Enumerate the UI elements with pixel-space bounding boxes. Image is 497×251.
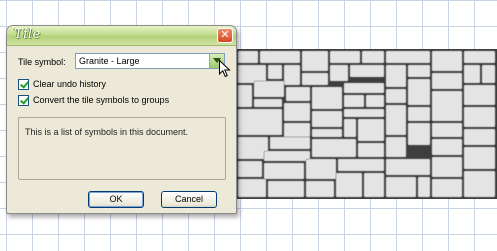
close-button[interactable]: ✕ bbox=[217, 28, 233, 43]
tile-symbol-value: Granite - Large bbox=[79, 56, 140, 66]
granite-stone bbox=[363, 172, 385, 198]
granite-stone bbox=[385, 88, 407, 104]
granite-stone bbox=[349, 64, 385, 78]
granite-stone bbox=[329, 64, 349, 82]
granite-stone bbox=[463, 84, 496, 106]
cancel-button[interactable]: Cancel bbox=[161, 191, 217, 208]
dialog-titlebar[interactable]: Tile ✕ bbox=[7, 26, 236, 46]
granite-stone bbox=[237, 108, 283, 136]
granite-stone bbox=[253, 98, 283, 108]
granite-stone bbox=[385, 136, 407, 158]
convert-groups-checkbox[interactable] bbox=[18, 95, 29, 106]
granite-stone bbox=[263, 150, 311, 162]
granite-stone bbox=[407, 106, 431, 122]
granite-stone bbox=[283, 102, 311, 122]
granite-stone bbox=[385, 158, 431, 176]
granite-stone bbox=[311, 86, 343, 110]
granite-stone bbox=[407, 64, 431, 78]
granite-stone bbox=[417, 176, 431, 198]
granite-stone bbox=[463, 146, 496, 170]
tile-symbol-select[interactable]: Granite - Large bbox=[75, 53, 225, 69]
granite-stone bbox=[305, 158, 337, 180]
dialog-title: Tile bbox=[14, 27, 41, 42]
granite-stone bbox=[385, 104, 407, 136]
granite-stone bbox=[385, 50, 431, 64]
clear-undo-checkbox[interactable] bbox=[18, 79, 29, 90]
granite-stone bbox=[283, 64, 301, 86]
granite-stone bbox=[337, 158, 385, 172]
granite-stone bbox=[263, 162, 305, 180]
close-icon: ✕ bbox=[220, 28, 230, 41]
granite-stone bbox=[283, 122, 311, 138]
granite-stone bbox=[431, 178, 463, 198]
tile-dialog: Tile ✕ Tile symbol: Granite - Large Clea… bbox=[6, 25, 237, 214]
granite-tile-pattern bbox=[237, 50, 496, 198]
granite-stone bbox=[311, 128, 343, 138]
granite-stone bbox=[237, 50, 259, 64]
info-text: This is a list of symbols in this docume… bbox=[25, 127, 189, 137]
granite-stone bbox=[329, 50, 361, 64]
granite-stone bbox=[237, 64, 267, 84]
granite-stone bbox=[343, 94, 365, 108]
granite-stone bbox=[343, 118, 357, 138]
convert-groups-label: Convert the tile symbols to groups bbox=[33, 95, 170, 105]
granite-stone bbox=[431, 50, 463, 72]
tile-pattern-canvas bbox=[236, 49, 497, 199]
granite-stone bbox=[267, 64, 283, 80]
granite-stone bbox=[407, 122, 431, 146]
granite-stone bbox=[385, 64, 407, 88]
granite-stone bbox=[357, 142, 385, 158]
granite-stone bbox=[463, 50, 496, 64]
granite-stone bbox=[431, 156, 463, 178]
granite-stone bbox=[259, 50, 301, 64]
clear-undo-label: Clear undo history bbox=[33, 79, 107, 89]
granite-stone bbox=[357, 118, 385, 142]
granite-stone bbox=[343, 82, 385, 94]
granite-stone bbox=[431, 90, 463, 122]
granite-stone bbox=[267, 180, 305, 198]
granite-stone bbox=[311, 110, 343, 128]
granite-stone bbox=[253, 80, 285, 98]
granite-stone bbox=[335, 172, 363, 198]
tile-symbol-label: Tile symbol: bbox=[18, 57, 66, 67]
granite-stone bbox=[311, 138, 357, 158]
granite-stone bbox=[301, 50, 329, 72]
granite-stone bbox=[431, 122, 463, 138]
granite-stone bbox=[407, 78, 431, 106]
granite-stone bbox=[237, 84, 253, 108]
granite-stone bbox=[463, 106, 496, 128]
granite-stone bbox=[365, 94, 385, 108]
granite-stone bbox=[463, 170, 496, 198]
granite-stone bbox=[431, 72, 463, 90]
granite-stone bbox=[269, 136, 311, 150]
granite-stone bbox=[463, 128, 496, 146]
mouse-pointer-icon bbox=[219, 60, 231, 78]
granite-stone bbox=[305, 180, 335, 198]
granite-stone bbox=[463, 64, 481, 84]
granite-stone bbox=[431, 138, 463, 156]
granite-stone bbox=[301, 72, 329, 86]
ok-button[interactable]: OK bbox=[88, 191, 144, 208]
info-panel: This is a list of symbols in this docume… bbox=[18, 117, 226, 180]
granite-stone bbox=[385, 176, 417, 198]
granite-stone bbox=[237, 136, 269, 160]
granite-stone bbox=[285, 86, 311, 102]
granite-stone bbox=[481, 64, 496, 84]
granite-stone bbox=[361, 50, 385, 64]
granite-stone bbox=[343, 108, 385, 118]
granite-stone bbox=[237, 160, 263, 178]
granite-stone bbox=[237, 178, 267, 198]
